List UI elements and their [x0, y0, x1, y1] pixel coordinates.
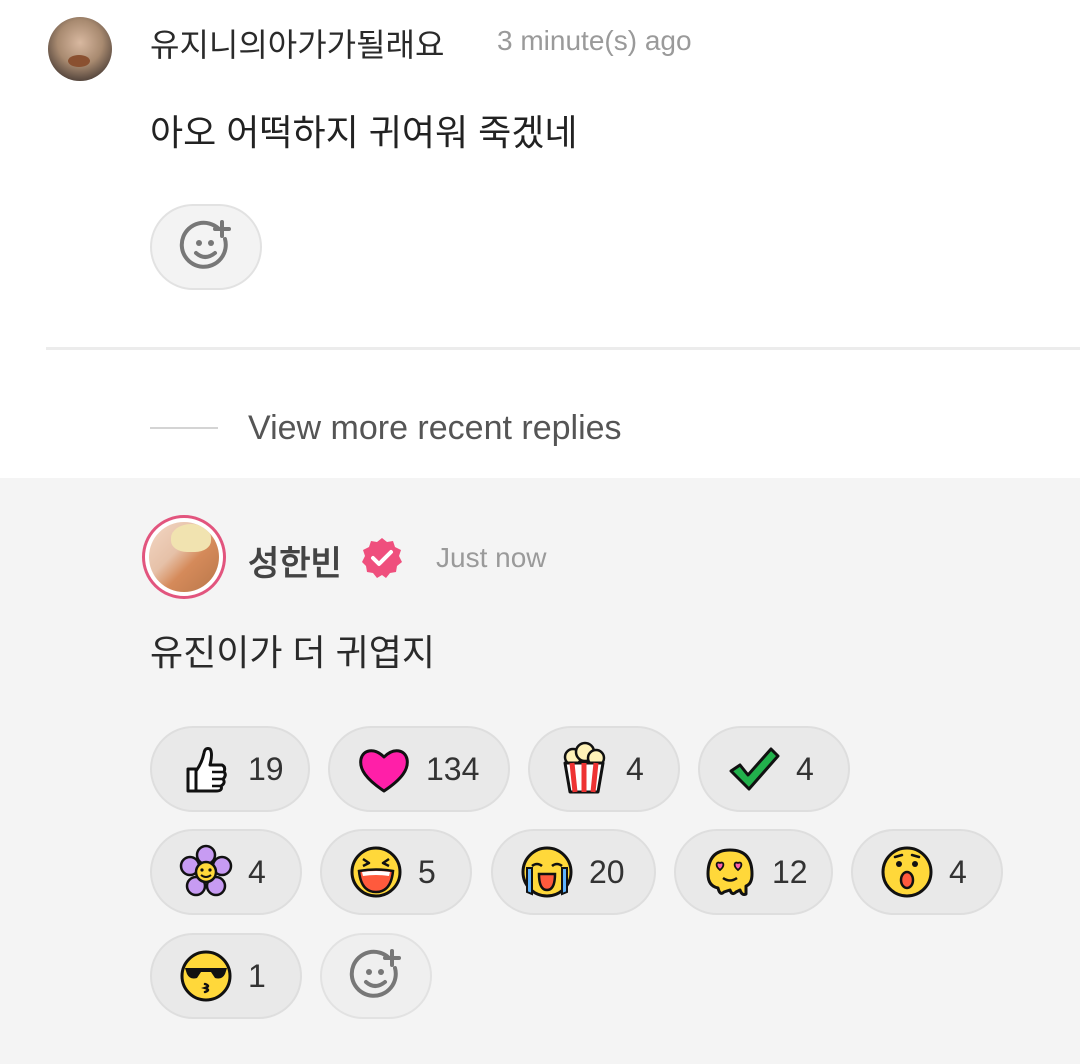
reaction-count: 19: [248, 750, 284, 787]
laughing-face-icon: [348, 844, 404, 900]
reaction-popcorn[interactable]: 4: [528, 726, 680, 812]
verified-badge-icon: [362, 538, 402, 578]
reaction-heart[interactable]: 134: [328, 726, 510, 812]
reaction-count: 134: [426, 750, 480, 787]
reaction-sunglasses-kiss[interactable]: 1: [150, 933, 302, 1019]
view-more-replies-link[interactable]: View more recent replies: [248, 409, 622, 448]
comment: 유지니의아가가될래요 3 minute(s) ago 아오 어떡하지 귀여워 죽…: [0, 0, 1080, 478]
reaction-crying[interactable]: 20: [491, 829, 656, 915]
reaction-count: 12: [772, 853, 808, 890]
check-icon: [726, 741, 782, 797]
reaction-count: 4: [626, 750, 644, 787]
view-more-line: [150, 427, 218, 429]
comment-author[interactable]: 유지니의아가가될래요: [150, 20, 444, 66]
add-reaction-icon: [179, 220, 231, 269]
comment-body: 아오 어떡하지 귀여워 죽겠네: [150, 112, 578, 153]
reaction-count: 4: [949, 853, 967, 890]
reaction-flower[interactable]: 4: [150, 829, 302, 915]
reply-body: 유진이가 더 귀엽지: [150, 632, 435, 673]
heart-icon: [356, 741, 412, 797]
divider: [46, 347, 1080, 350]
reaction-count: 4: [796, 750, 814, 787]
melting-heart-eyes-icon: [702, 844, 758, 900]
reply-author-avatar[interactable]: [142, 515, 226, 599]
reaction-surprised[interactable]: 4: [851, 829, 1003, 915]
reply-author[interactable]: 성한빈: [248, 536, 342, 585]
reaction-laughing[interactable]: 5: [320, 829, 472, 915]
surprised-face-icon: [879, 844, 935, 900]
reaction-count: 20: [589, 853, 625, 890]
comment-timestamp: 3 minute(s) ago: [497, 25, 692, 56]
reaction-count: 4: [248, 853, 266, 890]
reply-timestamp: Just now: [436, 542, 547, 573]
sunglasses-kiss-face-icon: [178, 948, 234, 1004]
commenter-avatar[interactable]: [48, 17, 112, 81]
thumbs-up-icon: [178, 741, 234, 797]
reaction-count: 1: [248, 957, 266, 994]
reaction-thumbs-up[interactable]: 19: [150, 726, 310, 812]
flower-icon: [178, 844, 234, 900]
add-reaction-button[interactable]: [150, 204, 262, 290]
reaction-count: 5: [418, 853, 436, 890]
popcorn-icon: [556, 741, 612, 797]
crying-face-icon: [519, 844, 575, 900]
reply: 성한빈 Just now 유진이가 더 귀엽지 19 134 4 4 4 5 2…: [0, 478, 1080, 1064]
reaction-melting-heart-eyes[interactable]: 12: [674, 829, 833, 915]
add-reaction-button[interactable]: [320, 933, 432, 1019]
reaction-check[interactable]: 4: [698, 726, 850, 812]
add-reaction-icon: [349, 949, 401, 998]
